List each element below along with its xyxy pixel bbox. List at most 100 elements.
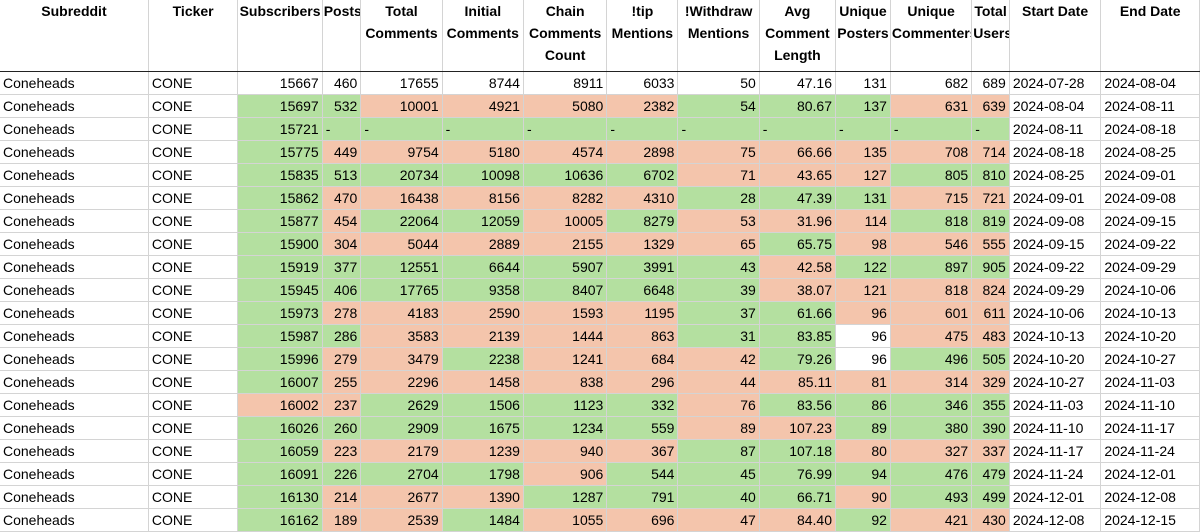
cell-posts[interactable]: 454 bbox=[322, 209, 362, 233]
cell-initial-comments[interactable]: 1390 bbox=[442, 485, 524, 509]
cell-total-users[interactable]: 639 bbox=[971, 94, 1010, 118]
cell-end-date[interactable]: 2024-08-11 bbox=[1100, 94, 1200, 118]
cell-subscribers[interactable]: 15862 bbox=[237, 186, 323, 210]
cell-tip-mentions[interactable]: 367 bbox=[606, 439, 679, 463]
cell-unique-commenters[interactable]: 601 bbox=[890, 301, 973, 325]
header-end-date[interactable]: End Date bbox=[1100, 0, 1200, 72]
cell-subreddit[interactable]: Coneheads bbox=[0, 186, 149, 210]
cell-unique-commenters[interactable]: 715 bbox=[890, 186, 973, 210]
cell-avg-comment-length[interactable]: 47.16 bbox=[759, 71, 837, 95]
cell-chain-comments-count[interactable]: 5080 bbox=[523, 94, 608, 118]
cell-subreddit[interactable]: Coneheads bbox=[0, 393, 149, 417]
cell-unique-commenters[interactable]: 314 bbox=[890, 370, 973, 394]
cell-start-date[interactable]: 2024-10-27 bbox=[1009, 370, 1102, 394]
cell-unique-posters[interactable]: 135 bbox=[835, 140, 891, 164]
cell-avg-comment-length[interactable]: 31.96 bbox=[759, 209, 837, 233]
cell-subscribers[interactable]: 16130 bbox=[237, 485, 323, 509]
cell-total-users[interactable]: - bbox=[971, 117, 1010, 141]
cell-subscribers[interactable]: 15945 bbox=[237, 278, 323, 302]
cell-tip-mentions[interactable]: 1195 bbox=[606, 301, 679, 325]
cell-start-date[interactable]: 2024-11-24 bbox=[1009, 462, 1102, 486]
cell-chain-comments-count[interactable]: 10636 bbox=[523, 163, 608, 187]
cell-ticker[interactable]: CONE bbox=[148, 71, 239, 95]
cell-total-comments[interactable]: 3479 bbox=[360, 347, 443, 371]
cell-initial-comments[interactable]: 8744 bbox=[442, 71, 524, 95]
cell-subreddit[interactable]: Coneheads bbox=[0, 416, 149, 440]
cell-subreddit[interactable]: Coneheads bbox=[0, 255, 149, 279]
cell-unique-posters[interactable]: 94 bbox=[835, 462, 891, 486]
cell-end-date[interactable]: 2024-10-27 bbox=[1100, 347, 1200, 371]
cell-end-date[interactable]: 2024-08-04 bbox=[1100, 71, 1200, 95]
cell-tip-mentions[interactable]: 6702 bbox=[606, 163, 679, 187]
cell-withdraw-mentions[interactable]: - bbox=[677, 117, 760, 141]
cell-total-comments[interactable]: 12551 bbox=[360, 255, 443, 279]
cell-ticker[interactable]: CONE bbox=[148, 209, 239, 233]
cell-subreddit[interactable]: Coneheads bbox=[0, 301, 149, 325]
cell-end-date[interactable]: 2024-12-15 bbox=[1100, 508, 1200, 532]
cell-avg-comment-length[interactable]: 83.85 bbox=[759, 324, 837, 348]
cell-initial-comments[interactable]: 12059 bbox=[442, 209, 524, 233]
cell-unique-commenters[interactable]: 682 bbox=[890, 71, 973, 95]
cell-tip-mentions[interactable]: 544 bbox=[606, 462, 679, 486]
cell-avg-comment-length[interactable]: 47.39 bbox=[759, 186, 837, 210]
cell-initial-comments[interactable]: 4921 bbox=[442, 94, 524, 118]
cell-posts[interactable]: 532 bbox=[322, 94, 362, 118]
cell-tip-mentions[interactable]: 559 bbox=[606, 416, 679, 440]
cell-unique-commenters[interactable]: 818 bbox=[890, 209, 973, 233]
cell-total-comments[interactable]: 2296 bbox=[360, 370, 443, 394]
cell-unique-commenters[interactable]: 708 bbox=[890, 140, 973, 164]
cell-subreddit[interactable]: Coneheads bbox=[0, 163, 149, 187]
cell-tip-mentions[interactable]: 3991 bbox=[606, 255, 679, 279]
cell-subscribers[interactable]: 15775 bbox=[237, 140, 323, 164]
cell-avg-comment-length[interactable]: 66.71 bbox=[759, 485, 837, 509]
cell-unique-posters[interactable]: 137 bbox=[835, 94, 891, 118]
cell-unique-posters[interactable]: 96 bbox=[835, 324, 891, 348]
cell-subreddit[interactable]: Coneheads bbox=[0, 370, 149, 394]
cell-unique-posters[interactable]: 131 bbox=[835, 186, 891, 210]
cell-initial-comments[interactable]: 6644 bbox=[442, 255, 524, 279]
cell-subscribers[interactable]: 15900 bbox=[237, 232, 323, 256]
cell-ticker[interactable]: CONE bbox=[148, 393, 239, 417]
cell-total-users[interactable]: 483 bbox=[971, 324, 1010, 348]
cell-chain-comments-count[interactable]: 1055 bbox=[523, 508, 608, 532]
cell-withdraw-mentions[interactable]: 76 bbox=[677, 393, 760, 417]
cell-subreddit[interactable]: Coneheads bbox=[0, 94, 149, 118]
cell-start-date[interactable]: 2024-10-06 bbox=[1009, 301, 1102, 325]
cell-ticker[interactable]: CONE bbox=[148, 347, 239, 371]
cell-initial-comments[interactable]: - bbox=[442, 117, 524, 141]
cell-start-date[interactable]: 2024-09-15 bbox=[1009, 232, 1102, 256]
cell-total-comments[interactable]: 2629 bbox=[360, 393, 443, 417]
cell-initial-comments[interactable]: 5180 bbox=[442, 140, 524, 164]
cell-start-date[interactable]: 2024-11-17 bbox=[1009, 439, 1102, 463]
cell-start-date[interactable]: 2024-08-18 bbox=[1009, 140, 1102, 164]
cell-posts[interactable]: 406 bbox=[322, 278, 362, 302]
cell-end-date[interactable]: 2024-08-25 bbox=[1100, 140, 1200, 164]
cell-start-date[interactable]: 2024-11-10 bbox=[1009, 416, 1102, 440]
cell-ticker[interactable]: CONE bbox=[148, 163, 239, 187]
cell-total-comments[interactable]: 4183 bbox=[360, 301, 443, 325]
header-unique-commenters[interactable]: Unique Commenters bbox=[890, 0, 973, 72]
cell-total-users[interactable]: 819 bbox=[971, 209, 1010, 233]
cell-chain-comments-count[interactable]: 1593 bbox=[523, 301, 608, 325]
cell-unique-posters[interactable]: 92 bbox=[835, 508, 891, 532]
header-chain-comments-count[interactable]: Chain Comments Count bbox=[523, 0, 608, 72]
cell-avg-comment-length[interactable]: - bbox=[759, 117, 837, 141]
cell-chain-comments-count[interactable]: 1444 bbox=[523, 324, 608, 348]
cell-chain-comments-count[interactable]: 1234 bbox=[523, 416, 608, 440]
cell-chain-comments-count[interactable]: 940 bbox=[523, 439, 608, 463]
cell-withdraw-mentions[interactable]: 40 bbox=[677, 485, 760, 509]
cell-avg-comment-length[interactable]: 84.40 bbox=[759, 508, 837, 532]
cell-avg-comment-length[interactable]: 80.67 bbox=[759, 94, 837, 118]
cell-avg-comment-length[interactable]: 85.11 bbox=[759, 370, 837, 394]
cell-total-users[interactable]: 355 bbox=[971, 393, 1010, 417]
cell-subreddit[interactable]: Coneheads bbox=[0, 232, 149, 256]
cell-initial-comments[interactable]: 1484 bbox=[442, 508, 524, 532]
cell-ticker[interactable]: CONE bbox=[148, 117, 239, 141]
cell-end-date[interactable]: 2024-09-29 bbox=[1100, 255, 1200, 279]
cell-avg-comment-length[interactable]: 65.75 bbox=[759, 232, 837, 256]
header-total-comments[interactable]: Total Comments bbox=[360, 0, 443, 72]
cell-posts[interactable]: 513 bbox=[322, 163, 362, 187]
cell-subscribers[interactable]: 15721 bbox=[237, 117, 323, 141]
cell-posts[interactable]: 286 bbox=[322, 324, 362, 348]
cell-total-users[interactable]: 721 bbox=[971, 186, 1010, 210]
